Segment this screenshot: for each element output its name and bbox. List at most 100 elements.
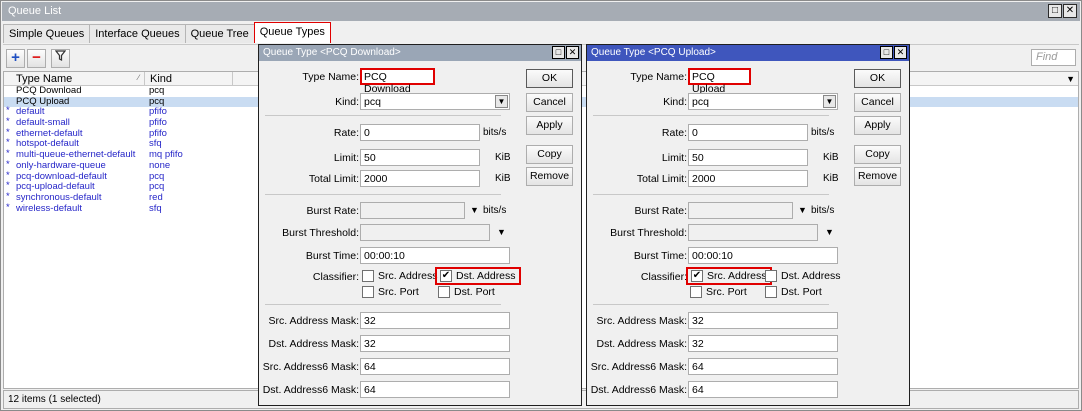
burst-rate-input[interactable] bbox=[360, 202, 465, 219]
tab-interface-queues[interactable]: Interface Queues bbox=[89, 24, 186, 43]
kind-label: Kind: bbox=[663, 96, 687, 108]
burst-rate-unit: bits/s bbox=[483, 205, 507, 216]
remove-button[interactable]: Remove bbox=[854, 167, 901, 186]
filter-icon[interactable] bbox=[51, 49, 70, 68]
close-icon[interactable]: ✕ bbox=[894, 46, 907, 59]
close-icon[interactable]: ✕ bbox=[1063, 4, 1077, 18]
ok-button[interactable]: OK bbox=[854, 69, 901, 88]
dialog-titlebar[interactable]: Queue Type <PCQ Upload> □ ✕ bbox=[587, 45, 909, 61]
cancel-button[interactable]: Cancel bbox=[526, 93, 573, 112]
burst-time-label: Burst Time: bbox=[305, 250, 359, 262]
burst-rate-label: Burst Rate: bbox=[306, 205, 359, 217]
close-icon[interactable]: ✕ bbox=[566, 46, 579, 59]
checkbox-box bbox=[438, 286, 450, 298]
type-name-label: Type Name: bbox=[302, 71, 359, 83]
header-type-name[interactable]: Type Name bbox=[16, 73, 72, 85]
dst-address-checkbox[interactable]: Dst. Address bbox=[765, 270, 841, 282]
burst-threshold-label: Burst Threshold: bbox=[610, 227, 687, 239]
src-mask-input[interactable]: 32 bbox=[688, 312, 838, 329]
add-icon[interactable]: + bbox=[6, 49, 25, 68]
header-kind[interactable]: Kind bbox=[150, 73, 172, 85]
check-icon: ✔ bbox=[440, 270, 452, 282]
src-address-checkbox[interactable]: Src. Address bbox=[362, 270, 438, 282]
total-limit-label: Total Limit: bbox=[308, 173, 359, 185]
dialog-pcq-download: Queue Type <PCQ Download> □ ✕ Type Name: … bbox=[258, 44, 582, 406]
limit-input[interactable]: 50 bbox=[688, 149, 808, 166]
apply-button[interactable]: Apply bbox=[526, 116, 573, 135]
restore-icon[interactable]: □ bbox=[1048, 4, 1062, 18]
dropdown-arrow-icon[interactable]: ▼ bbox=[823, 95, 836, 108]
dst-port-checkbox[interactable]: Dst. Port bbox=[438, 286, 495, 298]
src-mask-input[interactable]: 32 bbox=[360, 312, 510, 329]
src6-mask-label: Src. Address6 Mask: bbox=[262, 361, 359, 373]
check-icon: ✔ bbox=[691, 270, 703, 282]
rate-input[interactable]: 0 bbox=[688, 124, 808, 141]
total-limit-label: Total Limit: bbox=[636, 173, 687, 185]
column-divider bbox=[144, 72, 145, 86]
restore-icon[interactable]: □ bbox=[552, 46, 565, 59]
src6-mask-input[interactable]: 64 bbox=[688, 358, 838, 375]
limit-unit: KiB bbox=[495, 152, 511, 163]
expand-icon[interactable]: ▼ bbox=[825, 227, 834, 237]
divider bbox=[265, 194, 501, 195]
limit-input[interactable]: 50 bbox=[360, 149, 480, 166]
total-limit-input[interactable]: 2000 bbox=[688, 170, 808, 187]
dst-mask-input[interactable]: 32 bbox=[360, 335, 510, 352]
checkbox-box bbox=[362, 270, 374, 282]
classifier-label: Classifier: bbox=[312, 271, 359, 283]
tab-simple-queues[interactable]: Simple Queues bbox=[3, 24, 91, 43]
total-limit-unit: KiB bbox=[495, 173, 511, 184]
burst-rate-input[interactable] bbox=[688, 202, 793, 219]
find-input[interactable]: Find bbox=[1031, 49, 1076, 66]
src-port-checkbox[interactable]: Src. Port bbox=[362, 286, 419, 298]
checkbox-box bbox=[765, 270, 777, 282]
remove-button[interactable]: Remove bbox=[526, 167, 573, 186]
dst6-mask-input[interactable]: 64 bbox=[688, 381, 838, 398]
dst-mask-input[interactable]: 32 bbox=[688, 335, 838, 352]
tab-queue-types[interactable]: Queue Types bbox=[253, 22, 331, 43]
divider bbox=[593, 304, 829, 305]
kind-select[interactable]: pcq bbox=[688, 93, 838, 110]
burst-time-input[interactable]: 00:00:10 bbox=[360, 247, 510, 264]
dst-port-checkbox[interactable]: Dst. Port bbox=[765, 286, 822, 298]
rate-label: Rate: bbox=[661, 127, 687, 139]
rate-label: Rate: bbox=[333, 127, 359, 139]
classifier-label: Classifier: bbox=[640, 271, 687, 283]
src6-mask-input[interactable]: 64 bbox=[360, 358, 510, 375]
dropdown-arrow-icon[interactable]: ▼ bbox=[495, 95, 508, 108]
src6-mask-label: Src. Address6 Mask: bbox=[590, 361, 687, 373]
dst6-mask-input[interactable]: 64 bbox=[360, 381, 510, 398]
cancel-button[interactable]: Cancel bbox=[854, 93, 901, 112]
limit-label: Limit: bbox=[333, 152, 359, 164]
rate-unit: bits/s bbox=[483, 127, 507, 138]
tab-queue-tree[interactable]: Queue Tree bbox=[184, 24, 255, 43]
dialog-titlebar[interactable]: Queue Type <PCQ Download> □ ✕ bbox=[259, 45, 581, 61]
kind-select[interactable]: pcq bbox=[360, 93, 510, 110]
expand-icon[interactable]: ▼ bbox=[470, 205, 479, 215]
remove-icon[interactable]: − bbox=[27, 49, 46, 68]
total-limit-input[interactable]: 2000 bbox=[360, 170, 480, 187]
dialog-pcq-upload: Queue Type <PCQ Upload> □ ✕ Type Name: PC… bbox=[586, 44, 910, 406]
burst-threshold-input[interactable] bbox=[360, 224, 490, 241]
ok-button[interactable]: OK bbox=[526, 69, 573, 88]
src-mask-label: Src. Address Mask: bbox=[268, 315, 359, 327]
dst-address-checkbox[interactable]: ✔ Dst. Address bbox=[435, 267, 521, 285]
apply-button[interactable]: Apply bbox=[854, 116, 901, 135]
type-name-input[interactable]: PCQ Upload bbox=[688, 68, 751, 95]
burst-rate-label: Burst Rate: bbox=[634, 205, 687, 217]
checkbox-box bbox=[362, 286, 374, 298]
src-port-checkbox[interactable]: Src. Port bbox=[690, 286, 747, 298]
column-menu-icon[interactable]: ▼ bbox=[1066, 74, 1075, 84]
burst-time-input[interactable]: 00:00:10 bbox=[688, 247, 838, 264]
type-name-input[interactable]: PCQ Download bbox=[360, 68, 435, 95]
burst-threshold-input[interactable] bbox=[688, 224, 818, 241]
restore-icon[interactable]: □ bbox=[880, 46, 893, 59]
expand-icon[interactable]: ▼ bbox=[497, 227, 506, 237]
rate-input[interactable]: 0 bbox=[360, 124, 480, 141]
burst-time-label: Burst Time: bbox=[633, 250, 687, 262]
copy-button[interactable]: Copy bbox=[854, 145, 901, 164]
expand-icon[interactable]: ▼ bbox=[798, 205, 807, 215]
copy-button[interactable]: Copy bbox=[526, 145, 573, 164]
dst6-mask-label: Dst. Address6 Mask: bbox=[590, 384, 687, 396]
src-address-checkbox[interactable]: ✔ Src. Address bbox=[686, 267, 772, 285]
